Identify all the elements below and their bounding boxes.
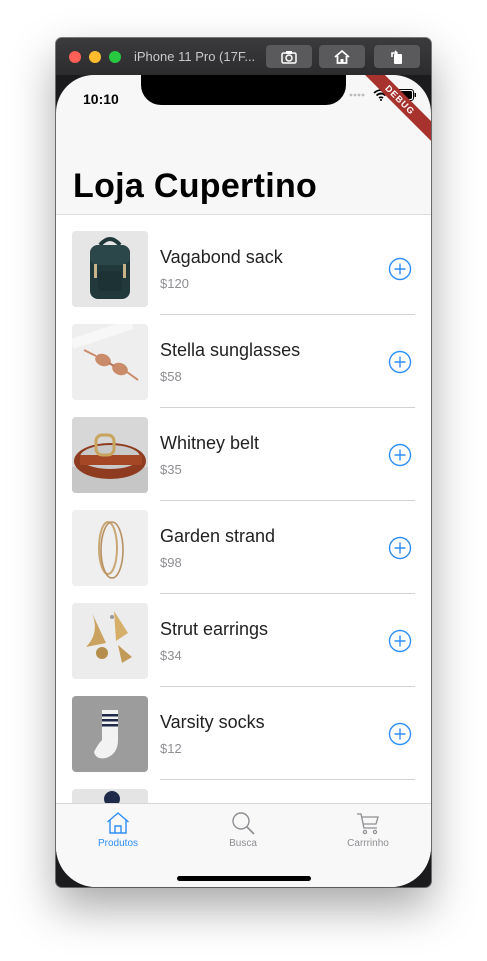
product-price: $120	[160, 276, 189, 291]
debug-banner: DEBUG	[356, 75, 431, 144]
product-image-partial	[72, 789, 148, 803]
cart-icon	[357, 813, 379, 835]
close-window-button[interactable]	[69, 51, 81, 63]
home-button[interactable]	[319, 45, 365, 68]
tab-carrrinho[interactable]: Carrrinho	[306, 810, 430, 849]
signal-dots-icon	[349, 93, 365, 97]
product-row[interactable]: Vagabond sack $120	[56, 215, 431, 315]
product-row[interactable]	[56, 773, 431, 803]
product-row[interactable]: Garden strand $98	[56, 494, 431, 594]
product-name: Whitney belt	[160, 433, 260, 453]
product-price: $35	[160, 462, 182, 477]
tab-label: Busca	[229, 838, 257, 849]
product-image-belt	[72, 417, 148, 493]
product-image-socks	[72, 696, 148, 772]
page-title: Loja Cupertino	[73, 167, 318, 205]
product-image-necklace	[72, 510, 148, 586]
simulator-window: iPhone 11 Pro (17F... 10:10 DEBUG Loja C…	[56, 38, 431, 887]
product-price: $12	[160, 741, 182, 756]
window-titlebar: iPhone 11 Pro (17F...	[56, 38, 431, 75]
house-icon	[334, 49, 350, 64]
product-price: $34	[160, 648, 182, 663]
add-to-cart-button[interactable]	[388, 257, 412, 281]
product-row[interactable]: Strut earrings $34	[56, 587, 431, 687]
tab-label: Carrrinho	[347, 838, 389, 849]
product-name: Stella sunglasses	[160, 340, 301, 360]
tab-label: Produtos	[97, 838, 139, 849]
camera-icon	[281, 50, 297, 64]
product-price: $98	[160, 555, 182, 570]
product-name: Garden strand	[160, 526, 276, 546]
product-name: Strut earrings	[160, 619, 269, 639]
zoom-window-button[interactable]	[109, 51, 121, 63]
rotate-icon	[391, 49, 402, 64]
home-icon	[107, 812, 129, 834]
tab-produtos[interactable]: Produtos	[56, 810, 180, 849]
window-title: iPhone 11 Pro (17F...	[134, 49, 256, 64]
product-image-earrings	[72, 603, 148, 679]
product-name: Vagabond sack	[160, 247, 283, 267]
search-icon	[232, 812, 255, 835]
product-image-sunglasses	[72, 324, 148, 400]
status-time: 10:10	[83, 91, 119, 107]
product-price: $58	[160, 369, 182, 384]
product-row[interactable]: Varsity socks $12	[56, 680, 431, 780]
minimize-window-button[interactable]	[89, 51, 101, 63]
tab-bar: Produtos Busca Carrrinho	[56, 803, 431, 887]
rotate-button[interactable]	[374, 45, 420, 68]
add-to-cart-button[interactable]	[388, 350, 412, 374]
add-to-cart-button[interactable]	[388, 443, 412, 467]
product-row[interactable]: Whitney belt $35	[56, 401, 431, 501]
product-row[interactable]: Stella sunglasses $58	[56, 308, 431, 408]
product-name: Varsity socks	[160, 712, 265, 732]
screenshot-button[interactable]	[266, 45, 312, 68]
phone-screen: 10:10 DEBUG Loja Cupertino Vagabond sack…	[56, 75, 431, 887]
tab-busca[interactable]: Busca	[181, 810, 305, 849]
product-list[interactable]: Vagabond sack $120 Stella sunglasses $58…	[56, 215, 431, 803]
device-notch	[141, 75, 346, 105]
home-indicator[interactable]	[177, 876, 311, 881]
product-image-backpack	[72, 231, 148, 307]
add-to-cart-button[interactable]	[388, 722, 412, 746]
add-to-cart-button[interactable]	[388, 629, 412, 653]
add-to-cart-button[interactable]	[388, 536, 412, 560]
